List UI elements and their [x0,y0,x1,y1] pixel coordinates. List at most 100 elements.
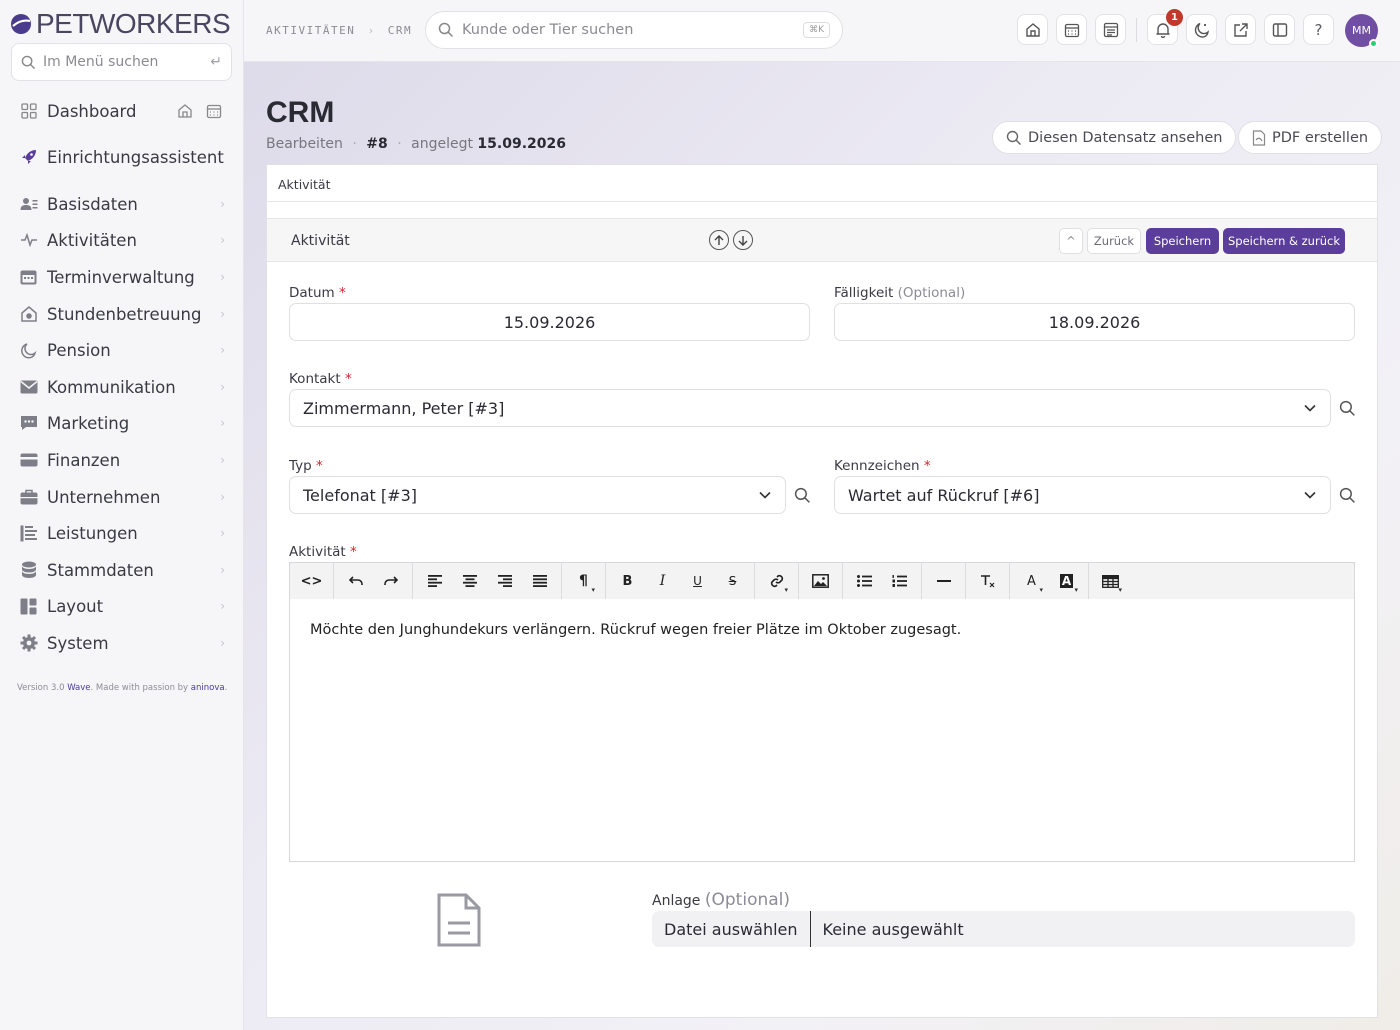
background-color-button[interactable]: A ▾ [1049,566,1084,596]
record-id: #8 [366,136,388,152]
toggle-sidebar-button[interactable] [1264,14,1295,45]
horizontal-rule-button[interactable] [926,566,961,596]
paragraph-format-button[interactable]: ¶ ▾ [566,566,601,596]
page-title: CRM [266,96,335,129]
collapse-button[interactable]: ^ [1059,228,1083,254]
kontakt-search-button[interactable] [1339,400,1356,417]
sidebar-item-label: Dashboard [47,101,137,121]
undo-button[interactable] [338,566,373,596]
rich-text-editor[interactable]: Möchte den Junghundekurs verlängern. Rüc… [289,599,1355,862]
align-left-button[interactable] [417,566,452,596]
document-icon [437,893,481,947]
enter-icon: ↵ [210,54,222,70]
align-center-button[interactable] [452,566,487,596]
insert-image-button[interactable] [803,566,838,596]
sidebar-item-system[interactable]: System › [19,628,225,658]
typ-select[interactable]: Telefonat [#3] [289,476,786,514]
calendar-icon [19,268,38,287]
align-justify-button[interactable] [522,566,557,596]
required-mark: * [344,371,352,387]
home-icon [1025,22,1040,37]
sidebar-item-kommunikation[interactable]: Kommunikation › [19,372,225,402]
help-button[interactable]: ? [1303,14,1334,45]
editor-paragraph: Möchte den Junghundekurs verlängern. Rüc… [310,622,962,638]
save-and-back-button[interactable]: Speichern & zurück [1223,228,1345,254]
calendar-button[interactable] [1056,14,1087,45]
aktivitaet-label: Aktivität * [289,544,357,560]
previous-record-button[interactable] [709,230,729,250]
menu-search-input[interactable]: Im Menü suchen ↵ [11,43,232,81]
file-status: Keine ausgewählt [822,919,964,939]
home-icon[interactable] [177,103,193,119]
brand-name: PETWORKERS [36,8,231,39]
chevron-down-icon [1290,404,1330,412]
company-link[interactable]: aninova [191,683,225,693]
align-right-button[interactable] [487,566,522,596]
tab-aktivitaet[interactable]: Aktivität [266,164,1378,202]
pdf-create-button[interactable]: PDF erstellen [1238,121,1383,154]
insert-link-button[interactable]: ▾ [759,566,794,596]
view-record-button[interactable]: Diesen Datensatz ansehen [992,121,1237,154]
bullet-list-icon [857,575,872,587]
image-icon [812,574,829,588]
kennzeichen-label-text: Kennzeichen [834,458,920,474]
clear-formatting-button[interactable] [970,566,1005,596]
sidebar-item-label: Einrichtungsassistent [47,147,224,167]
dark-mode-button[interactable] [1186,14,1217,45]
kontakt-select[interactable]: Zimmermann, Peter [#3] [289,389,1331,427]
calendar-icon[interactable] [206,103,222,119]
sidebar-item-marketing[interactable]: Marketing › [19,408,225,438]
kontakt-label: Kontakt * [289,371,352,387]
created-label: angelegt [411,136,473,152]
search-icon [1339,487,1355,503]
back-button[interactable]: Zurück [1087,228,1141,254]
sidebar-item-einrichtungsassistent[interactable]: Einrichtungsassistent [19,142,225,172]
next-record-button[interactable] [733,230,753,250]
sidebar-item-finanzen[interactable]: Finanzen › [19,445,225,475]
typ-search-button[interactable] [794,487,811,504]
home-button[interactable] [1017,14,1048,45]
align-justify-icon [532,575,547,587]
schedule-button[interactable] [1095,14,1126,45]
sidebar-item-stundenbetreuung[interactable]: Stundenbetreuung › [19,299,225,329]
sidebar-item-dashboard[interactable]: Dashboard [19,96,225,126]
numbered-list-button[interactable] [882,566,917,596]
faelligkeit-field[interactable]: 18.09.2026 [834,303,1355,341]
align-left-icon [427,575,442,587]
sidebar-item-stammdaten[interactable]: Stammdaten › [19,555,225,585]
kennzeichen-search-button[interactable] [1339,487,1356,504]
numbered-list-icon [892,575,907,587]
bullet-list-button[interactable] [847,566,882,596]
open-external-button[interactable] [1225,14,1256,45]
kennzeichen-select[interactable]: Wartet auf Rückruf [#6] [834,476,1331,514]
version-product-link[interactable]: Wave [67,683,90,693]
redo-button[interactable] [373,566,408,596]
breadcrumb: AKTIVITÄTEN › CRM [266,24,412,37]
font-color-button[interactable]: A ▾ [1014,566,1049,596]
sidebar-item-terminverwaltung[interactable]: Terminverwaltung › [19,262,225,292]
customer-search-input[interactable]: Kunde oder Tier suchen ⌘K [425,11,843,49]
sidebar-item-aktivitaeten[interactable]: Aktivitäten › [19,225,225,255]
file-upload-input[interactable]: Datei auswählen Keine ausgewählt [652,911,1355,947]
sidebar-item-basisdaten[interactable]: Basisdaten › [19,189,225,219]
save-button[interactable]: Speichern [1146,228,1219,254]
sidebar-item-leistungen[interactable]: Leistungen › [19,518,225,548]
sidebar-item-layout[interactable]: Layout › [19,591,225,621]
sidebar-item-label: Marketing [47,413,130,433]
choose-file-button[interactable]: Datei auswählen [652,911,811,947]
breadcrumb-item[interactable]: AKTIVITÄTEN [266,24,355,37]
insert-table-button[interactable]: ▾ [1093,566,1128,596]
bold-button[interactable]: B [610,566,645,596]
briefcase-icon [19,488,38,507]
moon-stars-icon [1194,22,1209,38]
underline-button[interactable]: U [680,566,715,596]
clear-format-icon [981,575,995,588]
sidebar-item-pension[interactable]: Pension › [19,335,225,365]
source-code-button[interactable]: <> [294,566,329,596]
created-date: 15.09.2026 [477,136,566,152]
sidebar-item-unternehmen[interactable]: Unternehmen › [19,482,225,512]
datum-field[interactable]: 15.09.2026 [289,303,810,341]
strikethrough-button[interactable]: S [715,566,750,596]
brand-logo[interactable]: PETWORKERS [10,8,231,40]
italic-button[interactable]: I [645,566,680,596]
